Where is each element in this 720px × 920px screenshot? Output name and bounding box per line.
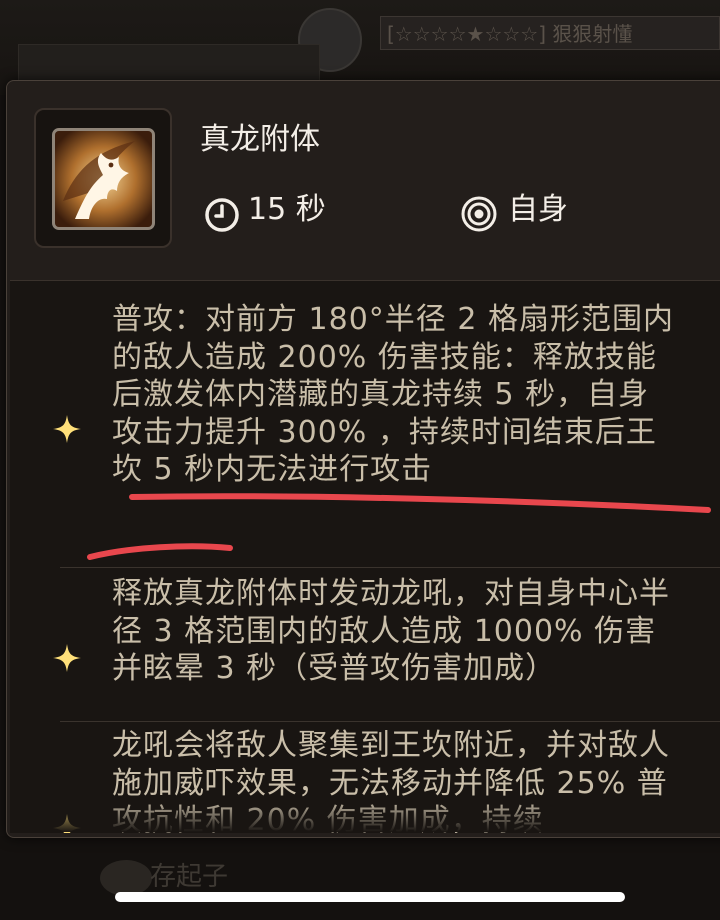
- divider: [60, 567, 720, 568]
- home-indicator[interactable]: [115, 892, 625, 902]
- dragon-skill-icon[interactable]: [52, 128, 155, 230]
- sparkle-icon: [53, 644, 81, 672]
- target-icon: [461, 196, 497, 232]
- skill-cooldown: 15 秒: [248, 192, 326, 227]
- divider: [60, 721, 720, 722]
- skill-name: 真龙附体: [200, 122, 320, 157]
- background-bottom-text: 存起子: [150, 862, 229, 892]
- sparkle-icon: [53, 415, 81, 443]
- background-bottom-button: [100, 860, 152, 896]
- background-panel: [18, 44, 320, 84]
- clock-icon: [205, 198, 239, 232]
- background-banner: [☆☆☆☆★☆☆☆] 狠狠射懂: [380, 16, 720, 50]
- description-text: 释放真龙附体时发动龙吼，对自身中心半径 3 格范围内的敌人造成 1000% 伤害…: [112, 576, 670, 686]
- description-text: 普攻：对前方 180°半径 2 格扇形范围内的敌人造成 200% 伤害技能：释放…: [112, 302, 674, 487]
- scroll-fade: [10, 800, 720, 832]
- skill-description-list[interactable]: 普攻：对前方 180°半径 2 格扇形范围内的敌人造成 200% 伤害技能：释放…: [10, 280, 720, 833]
- skill-target: 自身: [508, 192, 568, 227]
